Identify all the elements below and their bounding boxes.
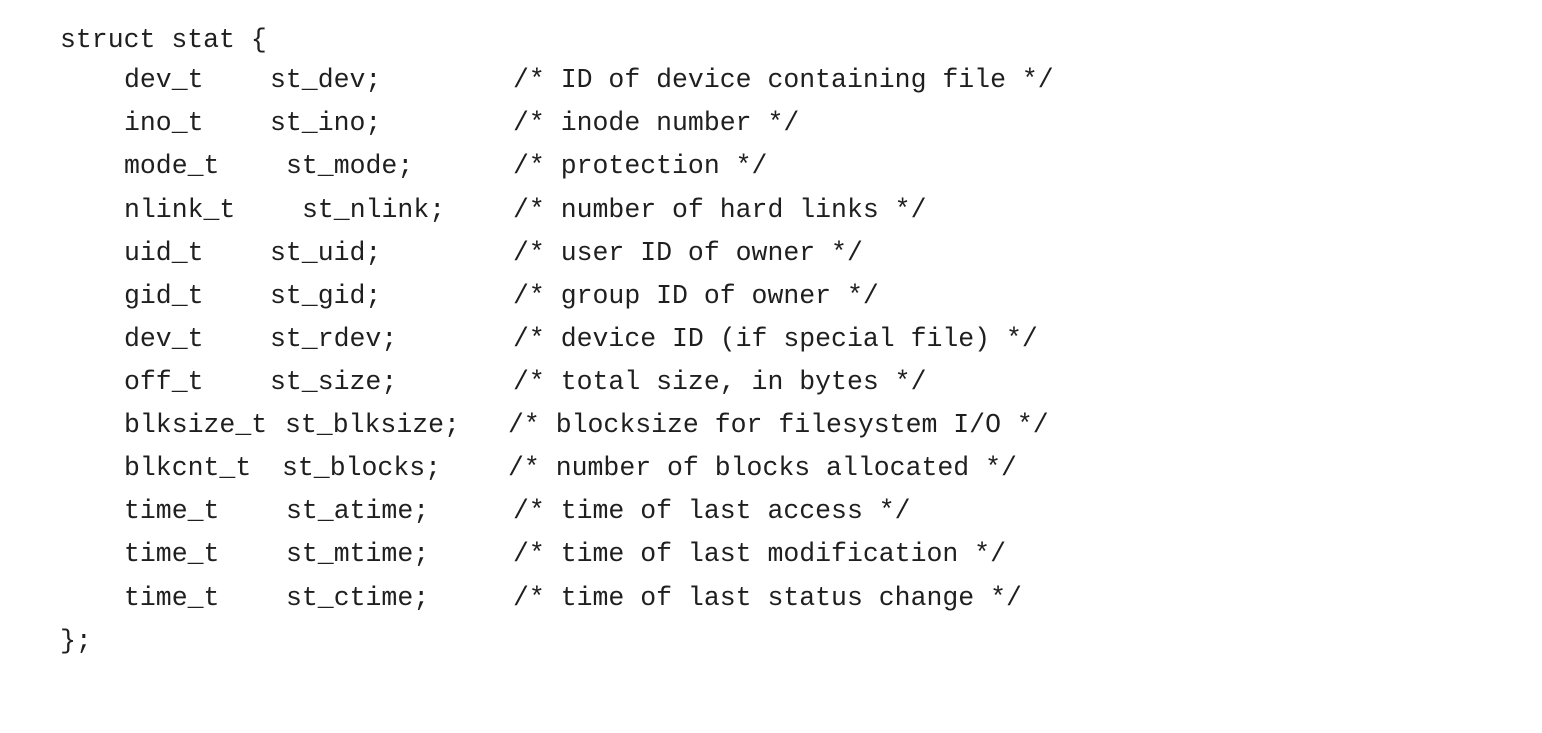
field-row: blksize_t st_blksize; /* blocksize for f…	[0, 410, 1542, 440]
field-type: dev_t	[124, 324, 204, 354]
field-row: dev_t st_dev; /* ID of device containing…	[0, 65, 1542, 95]
field-comment: /* user ID of owner */	[513, 238, 863, 268]
code-block: struct stat { dev_t st_dev; /* ID of dev…	[0, 0, 1542, 664]
field-name: st_ctime;	[286, 583, 430, 613]
field-type: gid_t	[124, 281, 204, 311]
struct-header: struct stat {	[60, 25, 267, 55]
field-comment: /* number of hard links */	[513, 195, 927, 225]
field-name: st_dev;	[270, 65, 382, 95]
field-type: uid_t	[124, 238, 204, 268]
field-row: ino_t st_ino; /* inode number */	[0, 108, 1542, 138]
field-name: st_size;	[270, 367, 398, 397]
field-row: time_t st_atime; /* time of last access …	[0, 496, 1542, 526]
field-row: time_t st_ctime; /* time of last status …	[0, 583, 1542, 613]
field-row: nlink_t st_nlink; /* number of hard link…	[0, 195, 1542, 225]
field-type: time_t	[124, 583, 220, 613]
field-comment: /* group ID of owner */	[513, 281, 879, 311]
field-name: st_mode;	[286, 151, 414, 181]
field-row: off_t st_size; /* total size, in bytes *…	[0, 367, 1542, 397]
field-comment: /* ID of device containing file */	[513, 65, 1054, 95]
field-type: mode_t	[124, 151, 220, 181]
field-row: blkcnt_t st_blocks; /* number of blocks …	[0, 453, 1542, 483]
field-type: blkcnt_t	[124, 453, 252, 483]
field-type: nlink_t	[124, 195, 236, 225]
field-name: st_atime;	[286, 496, 430, 526]
field-comment: /* total size, in bytes */	[513, 367, 927, 397]
field-type: time_t	[124, 539, 220, 569]
field-comment: /* number of blocks allocated */	[508, 453, 1017, 483]
field-name: st_uid;	[270, 238, 382, 268]
field-row: mode_t st_mode; /* protection */	[0, 151, 1542, 181]
field-type: off_t	[124, 367, 204, 397]
field-type: time_t	[124, 496, 220, 526]
field-type: blksize_t	[124, 410, 268, 440]
struct-footer: };	[60, 626, 92, 656]
field-row: time_t st_mtime; /* time of last modific…	[0, 539, 1542, 569]
field-type: ino_t	[124, 108, 204, 138]
field-row: gid_t st_gid; /* group ID of owner */	[0, 281, 1542, 311]
field-name: st_blocks;	[282, 453, 442, 483]
field-row: dev_t st_rdev; /* device ID (if special …	[0, 324, 1542, 354]
field-comment: /* protection */	[513, 151, 768, 181]
field-comment: /* time of last status change */	[513, 583, 1022, 613]
field-comment: /* time of last access */	[513, 496, 911, 526]
field-comment: /* device ID (if special file) */	[513, 324, 1038, 354]
field-name: st_ino;	[270, 108, 382, 138]
field-name: st_nlink;	[302, 195, 446, 225]
field-name: st_gid;	[270, 281, 382, 311]
field-comment: /* blocksize for filesystem I/O */	[508, 410, 1049, 440]
field-name: st_blksize;	[285, 410, 460, 440]
field-type: dev_t	[124, 65, 204, 95]
field-comment: /* time of last modification */	[513, 539, 1006, 569]
field-name: st_rdev;	[270, 324, 398, 354]
field-comment: /* inode number */	[513, 108, 800, 138]
field-row: uid_t st_uid; /* user ID of owner */	[0, 238, 1542, 268]
field-name: st_mtime;	[286, 539, 430, 569]
